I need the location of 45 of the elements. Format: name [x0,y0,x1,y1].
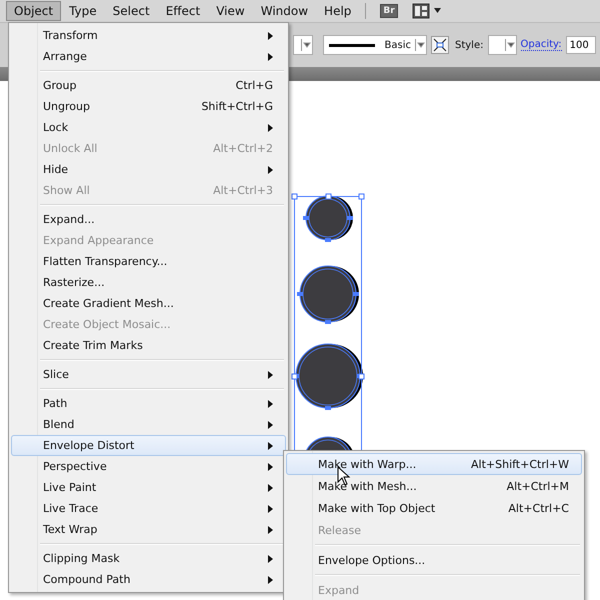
menu-item[interactable]: Slice [11,364,286,385]
menu-item[interactable]: Ungroup Shift+Ctrl+G [11,96,286,117]
style-label: Style: [455,40,484,50]
caret-icon [504,37,516,53]
menu-item[interactable]: Lock [11,117,286,138]
menu-item[interactable]: Make with Top Object Alt+Ctrl+C [286,497,582,519]
menu-bar-item[interactable]: View [208,1,253,21]
menu-bar-item[interactable]: Type [61,1,105,21]
menu-item[interactable]: Compound Path [11,569,286,590]
menu-item[interactable]: Arrange [11,46,286,67]
menu-bar-item[interactable]: Effect [158,1,208,21]
caret-icon [415,37,426,53]
opacity-link[interactable]: Opacity: [520,39,562,51]
menu-item[interactable]: Envelope Options... [286,549,582,571]
menu-item[interactable]: Rasterize... [11,272,286,293]
workspace-layout-icon[interactable] [412,3,442,19]
menu-bar-item[interactable]: Help [316,1,360,21]
menu-bar-item[interactable]: Window [252,1,316,21]
menu-item[interactable]: Flatten Transparency... [11,251,286,272]
dropdown-field[interactable] [293,35,313,55]
menu-item[interactable]: Envelope Distort [11,435,286,456]
menu-item[interactable]: Make with Warp... Alt+Shift+Ctrl+W [286,453,582,475]
menu-bar-item[interactable]: Select [104,1,158,21]
menu-item[interactable]: Path [11,393,286,414]
caret-icon [301,37,312,53]
menu-item[interactable]: Perspective [11,456,286,477]
align-stroke-icon[interactable] [431,36,449,54]
menu-item[interactable]: Group Ctrl+G [11,75,286,96]
stroke-style-label: Basic [384,40,411,50]
menu-bar-item[interactable]: Object [6,1,62,21]
menu-item[interactable]: Hide [11,159,286,180]
menu-item[interactable]: Make with Mesh... Alt+Ctrl+M [286,475,582,497]
style-dropdown[interactable] [488,35,516,55]
menu-item[interactable]: Clipping Mask [11,548,286,569]
menu-item[interactable]: Create Gradient Mesh... [11,293,286,314]
stroke-style-dropdown[interactable]: Basic [323,35,427,55]
app-button[interactable]: Br [380,4,398,18]
menu-item[interactable]: Text Wrap [11,519,286,540]
menu-item[interactable]: Create Trim Marks [11,335,286,356]
opacity-field[interactable]: 100 [566,36,596,54]
menu-item[interactable]: Live Paint [11,477,286,498]
menu-item[interactable]: Transform [11,25,286,46]
menu-item[interactable]: Live Trace [11,498,286,519]
menu-item[interactable]: Expand... [11,209,286,230]
menu-item[interactable]: Blend [11,414,286,435]
